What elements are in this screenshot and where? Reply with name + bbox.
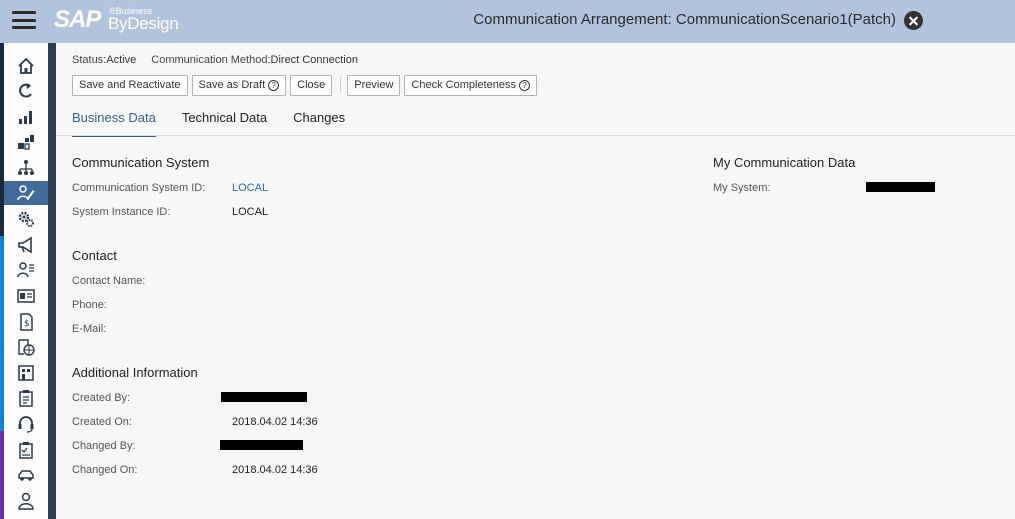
user-list-icon[interactable] xyxy=(4,258,48,282)
bar-chart-icon[interactable] xyxy=(4,105,48,129)
changed-on-label: Changed On: xyxy=(72,464,138,476)
created-by-label: Created By: xyxy=(72,392,131,404)
changed-by-label: Changed By: xyxy=(72,440,136,452)
toolbar: Save and Reactivate Save as Draft? Close… xyxy=(72,74,541,96)
redacted-changed-by xyxy=(220,440,303,450)
tab-changes[interactable]: Changes xyxy=(293,109,345,137)
close-icon[interactable] xyxy=(904,11,923,30)
help-icon: ? xyxy=(268,79,280,91)
contact-title: Contact xyxy=(72,248,117,263)
save-reactivate-button[interactable]: Save and Reactivate xyxy=(72,74,188,96)
headset-icon[interactable] xyxy=(4,412,48,436)
created-on-value: 2018.04.02 14:36 xyxy=(232,416,318,428)
contact-name-label: Contact Name: xyxy=(72,275,146,287)
tab-business-data[interactable]: Business Data xyxy=(72,109,156,137)
globe-document-icon[interactable] xyxy=(4,335,48,359)
user-edit-icon[interactable] xyxy=(4,181,48,205)
close-button[interactable]: Close xyxy=(290,74,333,96)
instance-id-value: LOCAL xyxy=(232,206,269,218)
instance-id-label: System Instance ID: xyxy=(72,206,171,218)
org-chart-icon[interactable] xyxy=(4,131,48,155)
created-on-label: Created On: xyxy=(72,416,132,428)
megaphone-icon[interactable] xyxy=(4,233,48,257)
checklist-icon[interactable] xyxy=(4,438,48,462)
page-title: Communication Arrangement: Communication… xyxy=(473,11,896,28)
save-draft-button[interactable]: Save as Draft? xyxy=(191,74,287,96)
person-icon[interactable] xyxy=(4,489,48,513)
additional-info-title: Additional Information xyxy=(72,365,198,380)
home-icon[interactable] xyxy=(4,54,48,78)
sidebar: $ xyxy=(0,43,56,519)
check-completeness-button[interactable]: Check Completeness? xyxy=(404,74,537,96)
email-label: E-Mail: xyxy=(72,323,107,335)
system-id-link[interactable]: LOCAL xyxy=(232,182,268,194)
hierarchy-icon[interactable] xyxy=(4,156,48,180)
communication-system-title: Communication System xyxy=(72,155,210,170)
tab-bar: Business Data Technical Data Changes xyxy=(72,109,371,137)
tab-technical-data[interactable]: Technical Data xyxy=(182,109,267,137)
shell-header: SAP ®Business ByDesign Communication Arr… xyxy=(0,0,1015,43)
method-value: Direct Connection xyxy=(270,54,358,66)
status-value: Active xyxy=(106,54,137,66)
my-comm-data-title: My Communication Data xyxy=(713,155,856,170)
gears-icon[interactable] xyxy=(4,207,48,231)
my-system-label: My System: xyxy=(713,182,771,194)
phone-label: Phone: xyxy=(72,299,107,311)
preview-button[interactable]: Preview xyxy=(347,74,401,96)
changed-on-value: 2018.04.02 14:36 xyxy=(232,464,318,476)
sap-bydesign-logo: SAP ®Business ByDesign xyxy=(54,6,179,33)
price-document-icon[interactable]: $ xyxy=(4,310,48,334)
redacted-my-system xyxy=(866,182,935,192)
id-card-icon[interactable] xyxy=(4,284,48,308)
system-id-label: Communication System ID: xyxy=(72,182,206,194)
help-icon: ? xyxy=(518,79,530,91)
status-line: Status:Active Communication Method:Direc… xyxy=(72,54,358,66)
svg-text:$: $ xyxy=(24,319,30,329)
car-icon[interactable] xyxy=(4,463,48,487)
clipboard-icon[interactable] xyxy=(4,386,48,410)
redacted-created-by xyxy=(221,392,307,402)
main-content: Status:Active Communication Method:Direc… xyxy=(56,43,1015,519)
building-icon[interactable] xyxy=(4,361,48,385)
refresh-icon[interactable] xyxy=(4,79,48,103)
menu-icon[interactable] xyxy=(12,11,36,29)
